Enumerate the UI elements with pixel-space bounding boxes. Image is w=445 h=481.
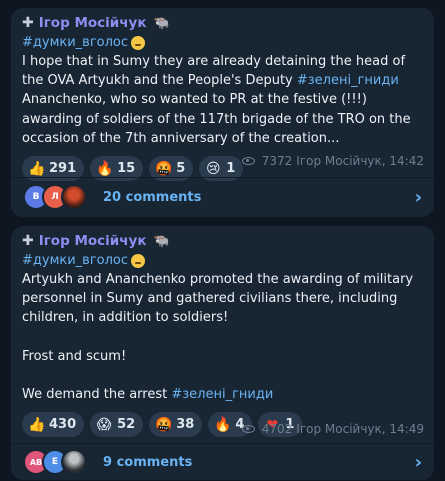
post-text: Artyukh and Ananchenko promoted the awar… <box>22 272 414 403</box>
avatar <box>61 184 87 210</box>
fire-icon: 🔥 <box>214 416 232 433</box>
comments-bar[interactable]: АВ Е 9 comments › <box>11 443 434 481</box>
angry-face-icon: 🤬 <box>155 160 173 177</box>
animal-emoji-icon: 🐃 <box>153 234 170 249</box>
hashtag-line: #думки_вголос <box>22 251 422 270</box>
fire-icon: 🔥 <box>96 160 114 177</box>
plus-cross-icon: ✚ <box>22 15 34 31</box>
comments-link[interactable]: 9 comments <box>103 455 415 470</box>
post-text: I hope that in Sumy they are already det… <box>22 54 415 146</box>
angry-face-icon: 🤬 <box>155 416 173 433</box>
post-signature: Ігор Мосійчук, 14:42 <box>296 154 424 168</box>
reaction-scream[interactable]: 😱 52 <box>90 412 144 438</box>
channel-post: ✚ Ігор Мосійчук 🐃 #думки_вголос Artyukh … <box>11 226 434 480</box>
post-author[interactable]: ✚ Ігор Мосійчук 🐃 <box>22 14 422 33</box>
post-meta: 7372 Ігор Мосійчук, 14:42 <box>241 154 424 168</box>
reaction-angry[interactable]: 🤬 38 <box>149 412 203 438</box>
crying-face-icon: 😢 <box>205 160 221 177</box>
post-meta: 4702 Ігор Мосійчук, 14:49 <box>241 422 424 436</box>
eye-icon <box>241 425 255 433</box>
screaming-face-icon: 😱 <box>96 416 112 433</box>
reaction-thumbs-up[interactable]: 👍 430 <box>22 412 85 438</box>
comments-bar[interactable]: В Л 20 comments › <box>11 178 434 216</box>
channel-post: ✚ Ігор Мосійчук 🐃 #думки_вголос I hope t… <box>11 8 434 217</box>
comments-link[interactable]: 20 comments <box>103 190 415 205</box>
hashtag-line: #думки_вголос <box>22 33 422 52</box>
hashtag-link[interactable]: #думки_вголос <box>22 251 128 270</box>
post-signature: Ігор Мосійчук, 14:49 <box>296 422 424 436</box>
thinking-face-icon <box>131 253 146 268</box>
author-name[interactable]: Ігор Мосійчук <box>39 232 147 251</box>
hashtag-link[interactable]: #думки_вголос <box>22 33 128 52</box>
thumbs-up-icon: 👍 <box>28 416 46 433</box>
commenter-avatars: АВ Е <box>23 449 91 475</box>
thinking-face-icon <box>131 35 146 50</box>
thumbs-up-icon: 👍 <box>28 160 46 177</box>
commenter-avatars: В Л <box>23 184 91 210</box>
post-author[interactable]: ✚ Ігор Мосійчук 🐃 <box>22 232 422 251</box>
chevron-right-icon[interactable]: › <box>415 452 422 473</box>
hashtag-link[interactable]: #зелені_гниди <box>171 387 273 402</box>
view-count: 7372 <box>261 154 293 168</box>
eye-icon <box>241 157 255 165</box>
plus-cross-icon: ✚ <box>22 233 34 249</box>
chevron-right-icon[interactable]: › <box>415 187 422 208</box>
animal-emoji-icon: 🐃 <box>153 16 170 31</box>
view-count: 4702 <box>261 422 293 436</box>
hashtag-link[interactable]: #зелені_гниди <box>297 73 399 88</box>
avatar <box>61 449 87 475</box>
author-name[interactable]: Ігор Мосійчук <box>39 14 147 33</box>
